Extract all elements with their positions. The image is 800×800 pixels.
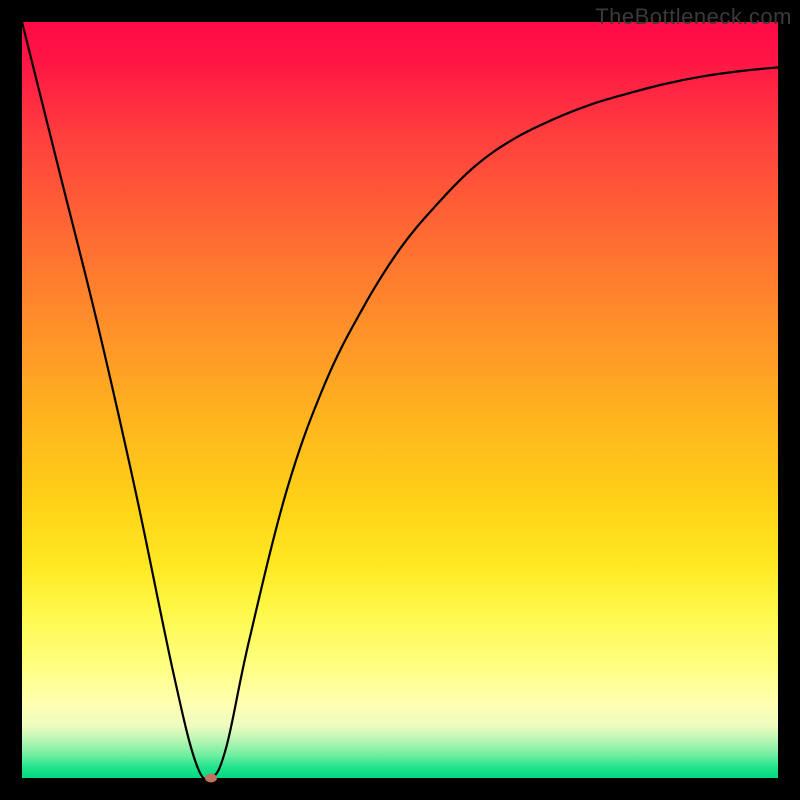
min-marker bbox=[205, 774, 217, 783]
curve-svg bbox=[22, 22, 778, 778]
chart-container: TheBottleneck.com bbox=[0, 0, 800, 800]
watermark-text: TheBottleneck.com bbox=[595, 4, 792, 30]
bottleneck-curve bbox=[22, 22, 778, 778]
plot-area bbox=[22, 22, 778, 778]
